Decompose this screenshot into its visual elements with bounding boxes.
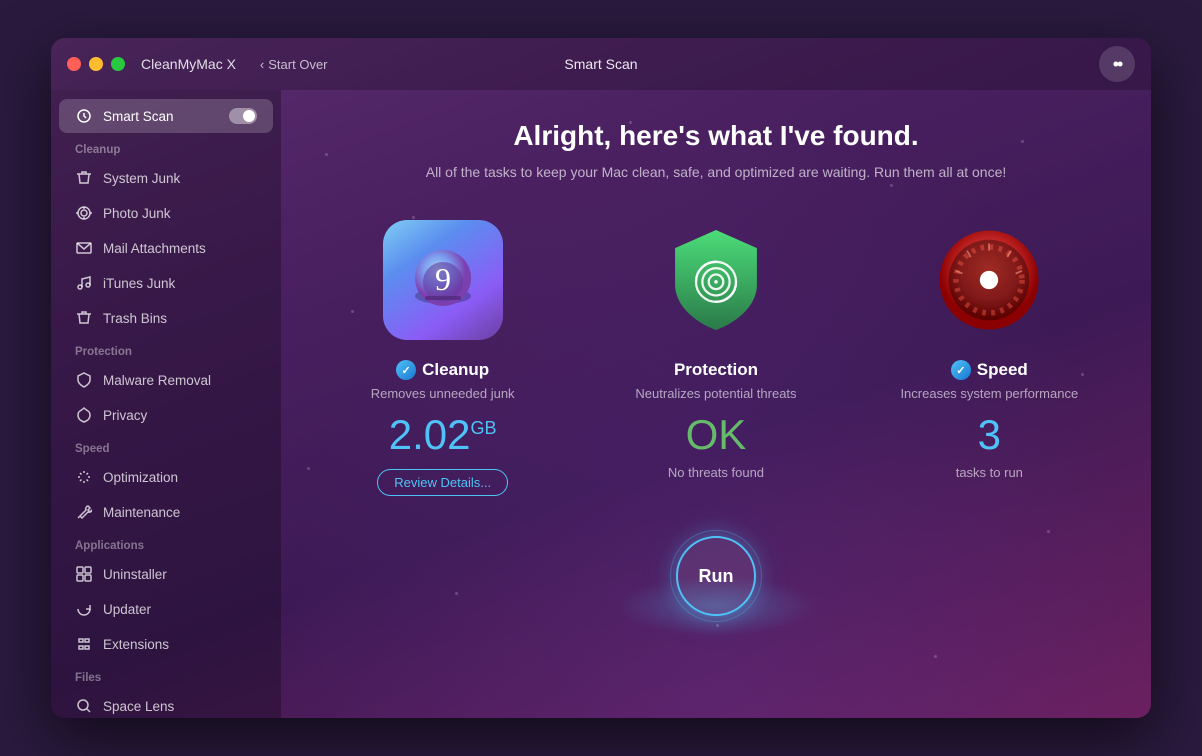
app-title: CleanMyMac X (141, 56, 236, 72)
protection-title: Protection (674, 360, 758, 380)
updater-icon (75, 600, 93, 618)
protection-action-sub: No threats found (668, 465, 764, 480)
cleanup-title-row: ✓ Cleanup (396, 360, 489, 380)
sidebar-item-maintenance[interactable]: Maintenance (59, 495, 273, 529)
optimization-label: Optimization (103, 470, 178, 485)
system-junk-icon (75, 169, 93, 187)
protection-section-label: Protection (51, 336, 281, 362)
sidebar-item-extensions[interactable]: Extensions (59, 627, 273, 661)
extensions-label: Extensions (103, 637, 169, 652)
main-headline: Alright, here's what I've found. (513, 120, 918, 152)
main-panel: Alright, here's what I've found. All of … (281, 90, 1151, 718)
sidebar-item-mail-attachments[interactable]: Mail Attachments (59, 231, 273, 265)
cleanup-title: Cleanup (422, 360, 489, 380)
protection-value-text: OK (686, 411, 747, 458)
close-button[interactable] (67, 57, 81, 71)
files-section-label: Files (51, 662, 281, 688)
cleanup-value-number: 2.02 (389, 411, 471, 458)
cleanup-section-label: Cleanup (51, 134, 281, 160)
smart-scan-icon (75, 107, 93, 125)
cleanup-icon: 9 (383, 220, 503, 340)
updater-label: Updater (103, 602, 151, 617)
smart-scan-toggle[interactable] (229, 108, 257, 124)
window-title: Smart Scan (564, 56, 637, 72)
speed-check-icon: ✓ (951, 360, 971, 380)
sidebar: Smart Scan Cleanup System Junk Photo Jun… (51, 90, 281, 718)
privacy-icon (75, 406, 93, 424)
uninstaller-icon (75, 565, 93, 583)
main-subheadline: All of the tasks to keep your Mac clean,… (426, 164, 1007, 180)
sidebar-item-system-junk[interactable]: System Junk (59, 161, 273, 195)
smart-scan-label: Smart Scan (103, 109, 174, 124)
sidebar-item-itunes-junk[interactable]: iTunes Junk (59, 266, 273, 300)
extensions-icon (75, 635, 93, 653)
minimize-button[interactable] (89, 57, 103, 71)
svg-text:9: 9 (435, 261, 451, 297)
speed-card: ✓ Speed Increases system performance 3 t… (869, 220, 1109, 496)
traffic-lights (67, 57, 125, 71)
privacy-label: Privacy (103, 408, 147, 423)
protection-icon (656, 220, 776, 340)
start-over-label: Start Over (268, 57, 327, 72)
cleanup-unit: GB (471, 418, 497, 438)
malware-removal-label: Malware Removal (103, 373, 211, 388)
sidebar-item-trash-bins[interactable]: Trash Bins (59, 301, 273, 335)
music-icon (75, 274, 93, 292)
maintenance-icon (75, 503, 93, 521)
speed-title-row: ✓ Speed (951, 360, 1028, 380)
mail-icon (75, 239, 93, 257)
trash-icon (75, 309, 93, 327)
applications-section-label: Applications (51, 530, 281, 556)
cards-row: 9 ✓ Cleanup Removes unneeded junk 2.02GB… (306, 220, 1126, 496)
malware-icon (75, 371, 93, 389)
start-over-button[interactable]: ‹ Start Over (260, 57, 328, 72)
speed-section-label: Speed (51, 433, 281, 459)
run-button-wrap: Run (676, 536, 756, 616)
sidebar-item-malware-removal[interactable]: Malware Removal (59, 363, 273, 397)
speed-subtitle: Increases system performance (900, 386, 1078, 401)
trash-bins-label: Trash Bins (103, 311, 167, 326)
photo-junk-icon (75, 204, 93, 222)
app-window: CleanMyMac X ‹ Start Over Smart Scan •• … (51, 38, 1151, 718)
chevron-left-icon: ‹ (260, 57, 264, 72)
cleanup-value: 2.02GB (389, 411, 497, 459)
speed-icon (929, 220, 1049, 340)
protection-value: OK (686, 411, 747, 459)
cleanup-subtitle: Removes unneeded junk (371, 386, 515, 401)
space-lens-icon (75, 697, 93, 715)
sidebar-item-smart-scan[interactable]: Smart Scan (59, 99, 273, 133)
settings-button[interactable]: •• (1099, 46, 1135, 82)
itunes-junk-label: iTunes Junk (103, 276, 175, 291)
content-area: Smart Scan Cleanup System Junk Photo Jun… (51, 90, 1151, 718)
protection-subtitle: Neutralizes potential threats (635, 386, 796, 401)
dots-icon: •• (1113, 54, 1122, 75)
cleanup-check-icon: ✓ (396, 360, 416, 380)
maximize-button[interactable] (111, 57, 125, 71)
run-button[interactable]: Run (676, 536, 756, 616)
mail-attachments-label: Mail Attachments (103, 241, 206, 256)
speed-value-number: 3 (978, 411, 1001, 458)
sidebar-item-privacy[interactable]: Privacy (59, 398, 273, 432)
uninstaller-label: Uninstaller (103, 567, 167, 582)
review-details-button[interactable]: Review Details... (377, 469, 508, 496)
system-junk-label: System Junk (103, 171, 180, 186)
sidebar-item-optimization[interactable]: Optimization (59, 460, 273, 494)
photo-junk-label: Photo Junk (103, 206, 171, 221)
cleanup-card: 9 ✓ Cleanup Removes unneeded junk 2.02GB… (323, 220, 563, 496)
sidebar-item-uninstaller[interactable]: Uninstaller (59, 557, 273, 591)
speed-value: 3 (978, 411, 1001, 459)
sidebar-item-space-lens[interactable]: Space Lens (59, 689, 273, 718)
protection-card: Protection Neutralizes potential threats… (596, 220, 836, 496)
space-lens-label: Space Lens (103, 699, 174, 714)
optimization-icon (75, 468, 93, 486)
titlebar: CleanMyMac X ‹ Start Over Smart Scan •• (51, 38, 1151, 90)
sidebar-item-updater[interactable]: Updater (59, 592, 273, 626)
protection-title-row: Protection (674, 360, 758, 380)
speed-title: Speed (977, 360, 1028, 380)
sidebar-item-photo-junk[interactable]: Photo Junk (59, 196, 273, 230)
speed-action-sub: tasks to run (956, 465, 1023, 480)
maintenance-label: Maintenance (103, 505, 180, 520)
